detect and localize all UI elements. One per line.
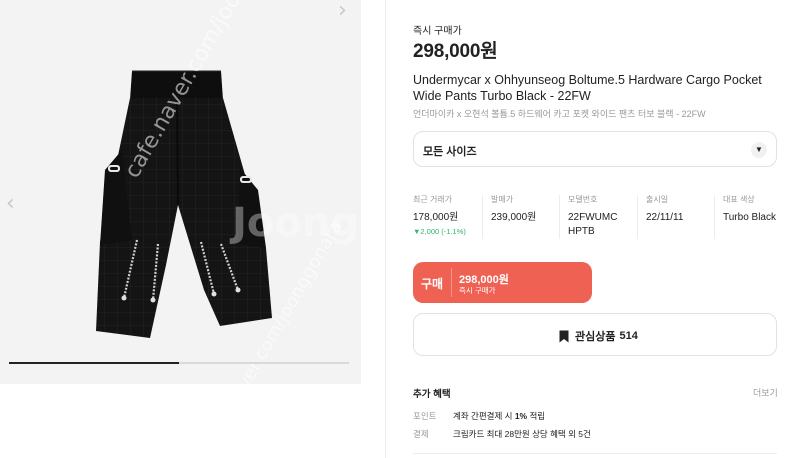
buy-now-price: 298,000원 [413,41,498,62]
stat-divider [482,195,483,239]
buy-now-price-label: 즉시 구매가 [413,26,462,37]
stat-value: 22/11/11 [646,212,684,223]
product-image [96,70,272,338]
wishlist-button[interactable]: 관심상품 514 [413,313,777,356]
benefit-key: 포인트 [413,411,437,421]
buy-button-sublabel: 즉시 구매가 [459,286,496,295]
price-change-indicator: ▼2,000 (-1.1%) [413,227,466,236]
stat-divider [559,195,560,239]
stat-release-date: 출시일 22/11/11 [646,194,683,225]
gallery-progress-fill [9,362,179,364]
product-gallery[interactable]: cafe.naver.com/joonggonara cafe.naver.co… [0,0,361,384]
stat-value: 22FWUMC HPTB [568,212,618,237]
benefit-value: 계좌 간편결제 시 1% 적립 [453,411,546,421]
benefit-value: 크림카드 최대 28만원 상당 혜택 외 5건 [453,429,591,439]
benefit-row-payment: 결제 크림카드 최대 28만원 상당 혜택 외 5건 [413,428,591,440]
wishlist-count: 514 [619,330,638,342]
stat-value: 239,000원 [491,212,537,223]
size-select[interactable]: 모든 사이즈 ▼ [413,131,777,167]
stat-divider [714,195,715,239]
buy-button-divider [451,268,452,297]
stat-value: Turbo Black [723,212,776,223]
buy-button[interactable]: 구매 298,000원 즉시 구매가 [413,262,592,303]
product-title: Undermycar x Ohhyunseog Boltume.5 Hardwa… [413,73,762,103]
product-title-korean: 언더마이카 x 오현석 볼튬.5 하드웨어 카고 포켓 와이드 팬츠 터보 블랙… [413,109,706,119]
benefits-more-link[interactable]: 더보기 [753,386,778,399]
stat-value: 178,000원 [413,212,459,223]
benefits-title: 추가 혜택 [413,389,451,400]
stat-label: 모델번호 [568,195,598,204]
stat-label: 발매가 [491,195,514,204]
stat-recent-trade: 최근 거래가 178,000원 ▼2,000 (-1.1%) [413,194,466,236]
stat-label: 출시일 [646,195,669,204]
gallery-progress-bar [9,362,349,364]
stat-main-color: 대표 색상 Turbo Black [723,194,776,225]
benefit-row-points: 포인트 계좌 간편결제 시 1% 적립 [413,410,545,422]
stat-label: 대표 색상 [723,195,755,204]
prev-image-arrow-icon[interactable]: ‹ [6,193,15,215]
stat-divider [637,195,638,239]
benefit-key: 결제 [413,429,429,439]
stat-release-price: 발매가 239,000원 [491,194,536,225]
wishlist-label: 관심상품 [575,331,616,343]
stat-model-number: 모델번호 22FWUMC HPTB [568,194,624,239]
chevron-down-icon: ▼ [751,142,767,158]
panel-divider [385,0,386,458]
section-divider [413,453,777,454]
bookmark-icon [559,330,569,342]
buy-button-label: 구매 [421,277,444,291]
stat-label: 최근 거래가 [413,195,453,204]
wishlist-content: 관심상품 514 [559,328,638,344]
size-select-value: 모든 사이즈 [423,146,477,158]
next-image-arrow-icon[interactable]: › [338,0,361,22]
